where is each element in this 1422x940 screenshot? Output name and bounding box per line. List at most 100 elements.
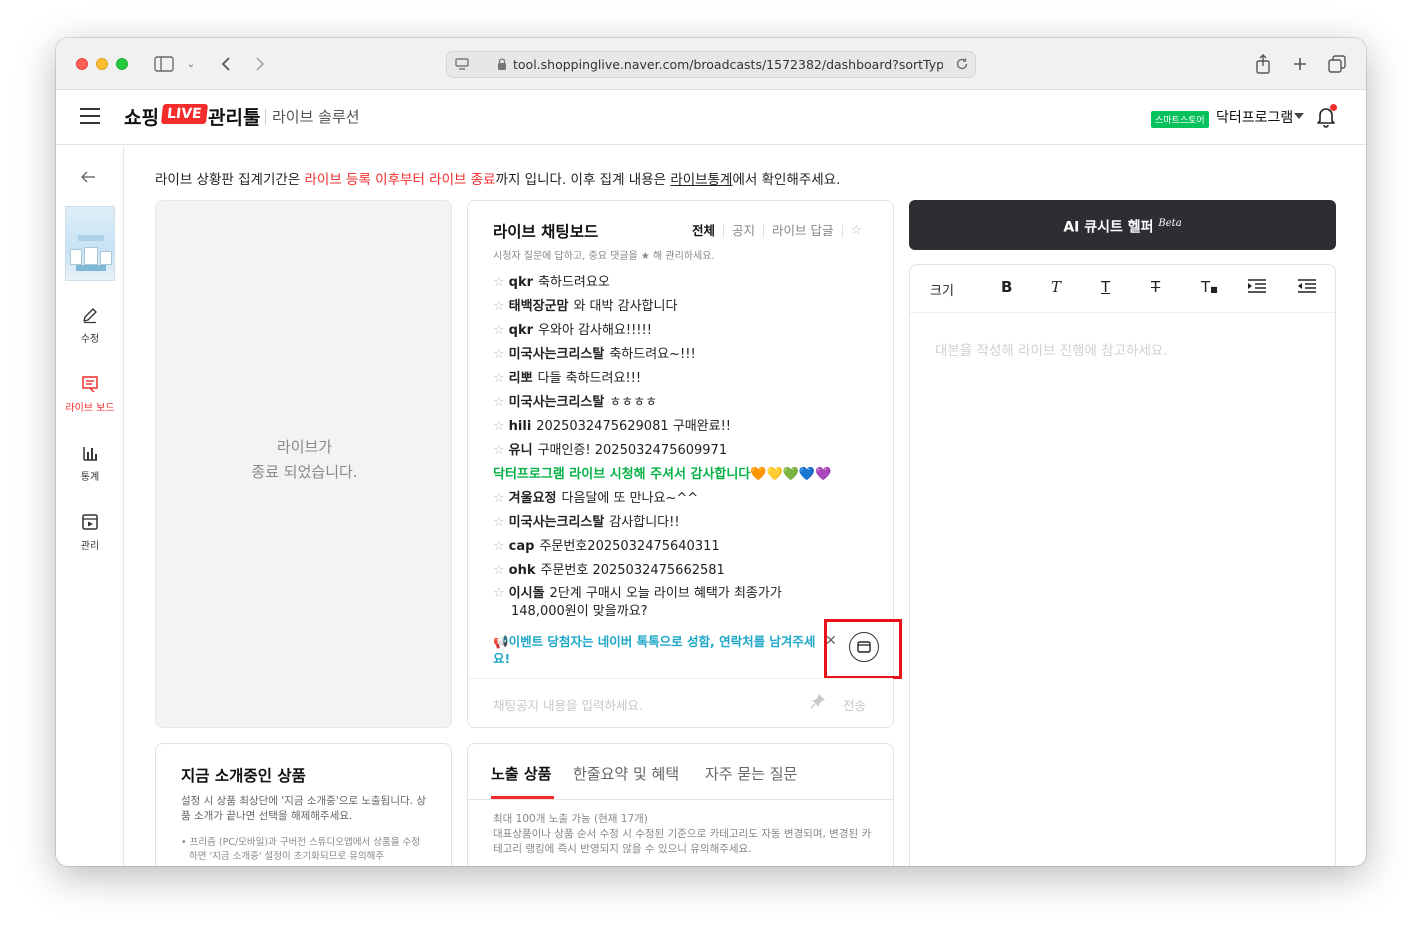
- tab-summary-benefits[interactable]: 한줄요약 및 혜택: [573, 763, 679, 784]
- sidebar-item-stats[interactable]: 통계: [56, 444, 124, 483]
- star-filter-icon[interactable]: ☆: [843, 223, 863, 238]
- chat-text: 감사합니다!!: [609, 515, 680, 530]
- zoom-window-button[interactable]: [116, 58, 128, 70]
- minimize-window-button[interactable]: [96, 58, 108, 70]
- notice-middle: 까지 입니다. 이후 집계 내용은: [495, 172, 671, 188]
- store-name-dropdown[interactable]: 닥터프로그램: [1216, 107, 1293, 127]
- script-input[interactable]: 대본을 작성해 라이브 진행에 참고하세요.: [935, 339, 1168, 359]
- close-window-button[interactable]: [76, 58, 88, 70]
- tab-live-reply[interactable]: 라이브 답글: [764, 224, 843, 237]
- sidebar-item-live-board[interactable]: 라이브 보드: [56, 375, 124, 414]
- star-icon[interactable]: ☆: [493, 323, 505, 338]
- clear-format-button[interactable]: T■: [1201, 278, 1218, 296]
- star-icon[interactable]: ☆: [493, 347, 505, 362]
- notice-highlight: 라이브 등록 이후부터 라이브 종료: [304, 172, 496, 188]
- caret-down-icon[interactable]: [1294, 113, 1304, 119]
- back-icon[interactable]: [216, 52, 236, 76]
- pin-icon[interactable]: [810, 693, 826, 713]
- chat-text: 와 대박 감사합니다: [573, 299, 678, 314]
- notification-dot: [1330, 104, 1337, 111]
- play-manage-icon: [81, 513, 99, 531]
- lock-icon: [497, 58, 507, 75]
- sidebar-toggle-icon[interactable]: [152, 52, 176, 76]
- ai-cue-sheet-helper-button[interactable]: AI 큐시트 헬퍼 Beta: [909, 200, 1336, 250]
- chat-nickname: 유니: [508, 443, 533, 458]
- chevron-down-icon[interactable]: ⌄: [184, 52, 198, 76]
- chat-text: 구매인증! 2025032475609971: [537, 443, 728, 458]
- main-content: 라이브 상황판 집계기간은 라이브 등록 이후부터 라이브 종료까지 입니다. …: [125, 146, 1366, 866]
- star-icon[interactable]: ☆: [493, 515, 505, 530]
- send-button[interactable]: 전송: [843, 695, 866, 714]
- star-icon[interactable]: ☆: [493, 563, 505, 578]
- address-bar[interactable]: tool.shoppinglive.naver.com/broadcasts/1…: [446, 51, 976, 78]
- chat-message: ☆ ohk 주문번호 2025032475662581: [493, 561, 838, 585]
- pinned-chat-notice: 📢이벤트 당첨자는 네이버 톡톡으로 성함, 연락처를 남겨주세요!: [493, 634, 816, 666]
- star-icon[interactable]: ☆: [493, 443, 505, 458]
- sidebar-item-edit[interactable]: 수정: [56, 306, 124, 345]
- chat-text: 주문번호 2025032475662581: [540, 563, 725, 578]
- sidebar-item-label: 수정: [80, 334, 100, 345]
- live-ended-message: 라이브가 종료 되었습니다.: [251, 438, 358, 481]
- italic-button[interactable]: T: [1051, 278, 1061, 296]
- video-player: 라이브가 종료 되었습니다.: [155, 200, 452, 728]
- bold-button[interactable]: B: [1001, 278, 1012, 296]
- broadcast-thumbnail[interactable]: [65, 206, 115, 281]
- logo-prefix: 쇼핑: [124, 107, 159, 129]
- indent-icon[interactable]: [1247, 278, 1267, 298]
- bar-chart-icon: [81, 444, 99, 462]
- page-settings-icon[interactable]: [455, 57, 469, 75]
- star-icon[interactable]: ☆: [493, 419, 505, 434]
- chat-text: 2025032475629081 구매완료!!: [536, 419, 732, 434]
- tab-faq[interactable]: 자주 묻는 질문: [705, 763, 797, 784]
- sidebar-item-label: 라이브 보드: [65, 403, 115, 414]
- star-icon[interactable]: ☆: [493, 539, 505, 554]
- chat-text: 우와아 감사해요!!!!!: [538, 323, 652, 338]
- underline-button[interactable]: T: [1101, 278, 1110, 296]
- star-icon[interactable]: ☆: [493, 371, 505, 386]
- chat-text: ㅎㅎㅎㅎ: [609, 395, 658, 410]
- script-editor: 크기 B T T T T■ 대본을 작성해 라이브 진행에 참고하세요.: [909, 264, 1336, 866]
- chat-notice-input[interactable]: 채팅공지 내용을 입력하세요.: [493, 695, 643, 714]
- chat-board-title: 라이브 채팅보드: [493, 223, 599, 241]
- tab-overview-icon[interactable]: [1326, 52, 1348, 76]
- product-tabs: 노출 상품 한줄요약 및 혜택 자주 묻는 질문: [468, 744, 893, 800]
- logo-divider: [265, 109, 266, 125]
- reload-icon[interactable]: [955, 57, 969, 75]
- star-icon[interactable]: ☆: [493, 586, 505, 601]
- sidebar-item-label: 통계: [80, 472, 100, 483]
- chat-text: 다들 축하드려요!!!: [537, 371, 642, 386]
- tab-all[interactable]: 전체: [692, 224, 725, 237]
- strikethrough-button[interactable]: T: [1151, 278, 1160, 296]
- product-tabs-panel: 노출 상품 한줄요약 및 혜택 자주 묻는 질문 최대 100개 노출 가능 (…: [467, 743, 894, 866]
- font-size-button[interactable]: 크기: [930, 280, 954, 299]
- chat-nickname: 미국사는크리스탈: [508, 395, 605, 410]
- star-icon[interactable]: ☆: [493, 491, 505, 506]
- forward-icon[interactable]: [250, 52, 270, 76]
- chat-message-list: ☆ qkr 축하드려요오 ☆ 태백장군맘 와 대박 감사합니다 ☆ qkr 우와아 감사해요…: [493, 273, 838, 627]
- new-tab-icon[interactable]: [1289, 52, 1311, 76]
- chat-text: 주문번호2025032475640311: [539, 539, 720, 554]
- chat-nickname: 태백장군맘: [508, 299, 569, 314]
- live-stats-link[interactable]: 라이브통계: [670, 172, 732, 188]
- tab-notice[interactable]: 공지: [724, 224, 765, 237]
- current-product-title: 지금 소개중인 상품: [181, 767, 306, 785]
- chat-board: 라이브 채팅보드 전체 공지 라이브 답글 ☆ 시청자 질문에 답하고, 중요 …: [467, 200, 902, 728]
- active-tab-indicator: [491, 796, 554, 799]
- chat-notice-input-row: 채팅공지 내용을 입력하세요. 전송: [468, 678, 893, 728]
- share-icon[interactable]: [1252, 52, 1274, 76]
- product-exposure-info: 최대 100개 노출 가능 (현재 17개) 대표상품이나 상품 순서 수정 시…: [493, 813, 872, 855]
- tab-exposed-products[interactable]: 노출 상품: [491, 763, 551, 784]
- back-arrow-icon[interactable]: [80, 168, 96, 189]
- chat-nickname: 리뽀: [508, 371, 533, 386]
- star-icon[interactable]: ☆: [493, 275, 505, 290]
- sidebar-item-manage[interactable]: 관리: [56, 513, 124, 552]
- chat-nickname: 이시돌: [508, 586, 545, 601]
- star-icon[interactable]: ☆: [493, 395, 505, 410]
- chat-message: ☆ qkr 축하드려요오: [493, 273, 838, 297]
- outdent-icon[interactable]: [1297, 278, 1317, 298]
- menu-icon[interactable]: [80, 108, 100, 124]
- star-icon[interactable]: ☆: [493, 299, 505, 314]
- current-product-description: 설정 시 상품 최상단에 '지금 소개중'으로 노출됩니다. 상품 소개가 끝나…: [181, 795, 426, 822]
- aggregation-notice: 라이브 상황판 집계기간은 라이브 등록 이후부터 라이브 종료까지 입니다. …: [155, 168, 840, 188]
- browser-toolbar: ⌄ tool.shoppinglive.naver.com/broadcasts…: [56, 38, 1366, 90]
